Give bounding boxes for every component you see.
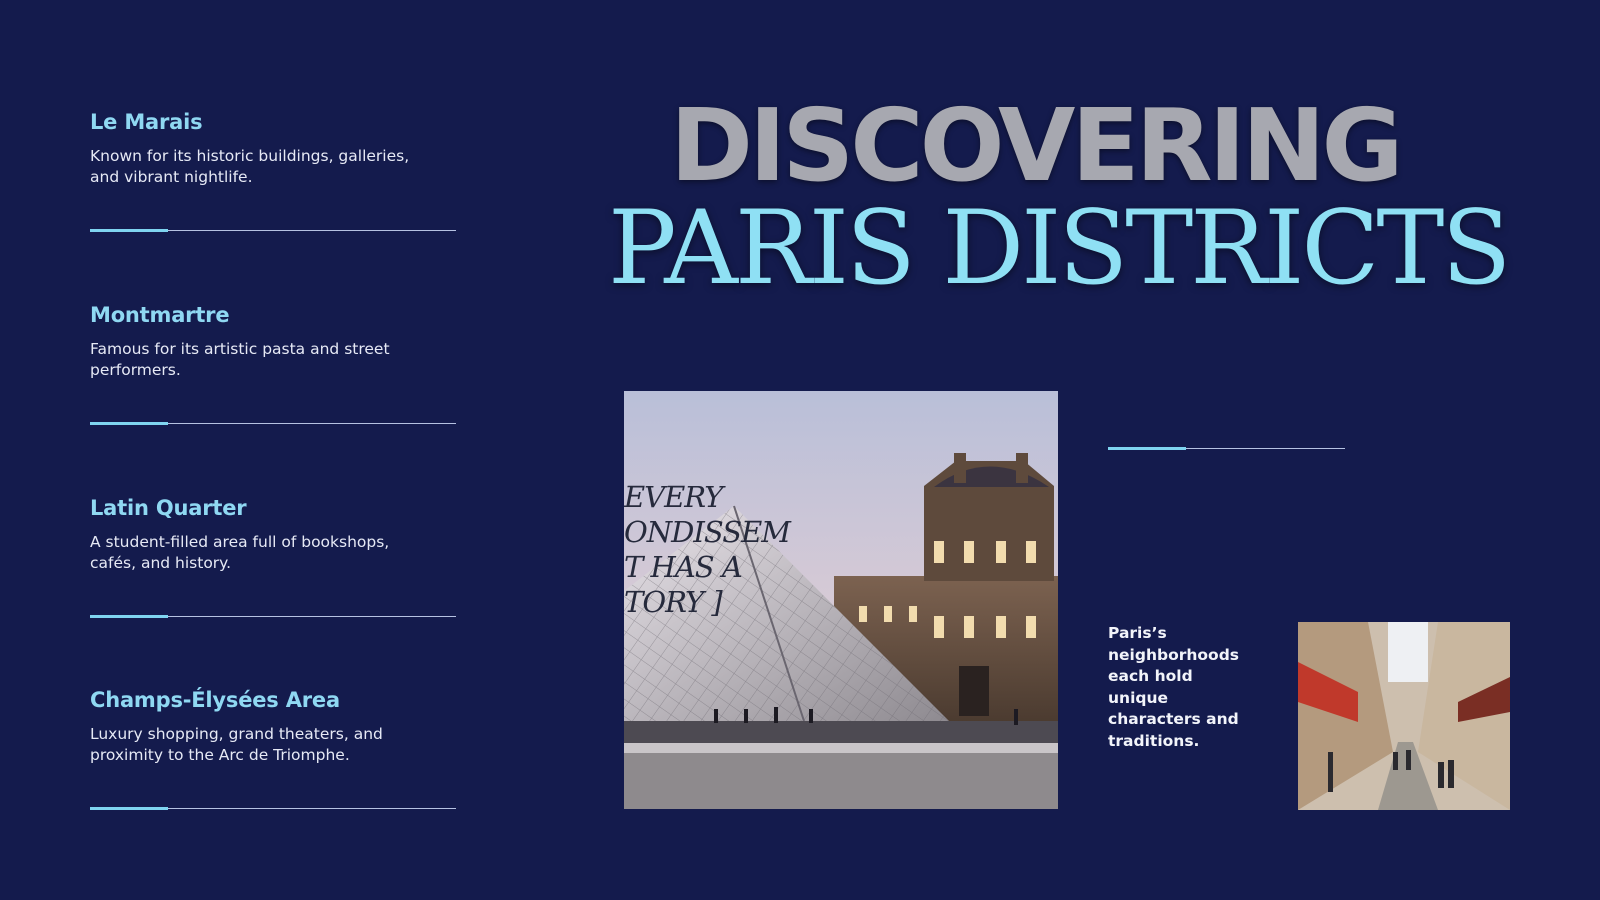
district-title: Montmartre xyxy=(90,303,230,327)
district-description: Famous for its artistic pasta and street… xyxy=(90,340,390,379)
district-le-marais: Le Marais Known for its historic buildin… xyxy=(90,110,456,232)
title-discovering: DISCOVERING xyxy=(670,87,1404,204)
side-divider xyxy=(1108,447,1345,450)
district-montmartre: Montmartre Famous for its artistic pasta… xyxy=(90,303,456,425)
district-latin-quarter: Latin Quarter A student-filled area full… xyxy=(90,496,456,618)
district-divider xyxy=(90,615,456,618)
district-description: Known for its historic buildings, galler… xyxy=(90,147,410,186)
district-description: A student-filled area full of bookshops,… xyxy=(90,533,390,572)
paris-street-photo xyxy=(1298,622,1510,810)
side-description: Paris’s neighborhoods each hold unique c… xyxy=(1108,624,1240,750)
district-divider xyxy=(90,229,456,232)
district-divider xyxy=(90,422,456,425)
photo-overlay-text: EVERY ONDISSEM T HAS A TORY ] xyxy=(624,480,791,619)
district-title: Le Marais xyxy=(90,110,203,134)
district-title: Champs-Élysées Area xyxy=(90,688,340,712)
district-champs-elysees: Champs-Élysées Area Luxury shopping, gra… xyxy=(90,688,456,810)
district-title: Latin Quarter xyxy=(90,496,247,520)
district-description: Luxury shopping, grand theaters, and pro… xyxy=(90,725,383,764)
title-paris-districts: PARIS DISTRICTS xyxy=(608,189,1511,308)
district-divider xyxy=(90,807,456,810)
